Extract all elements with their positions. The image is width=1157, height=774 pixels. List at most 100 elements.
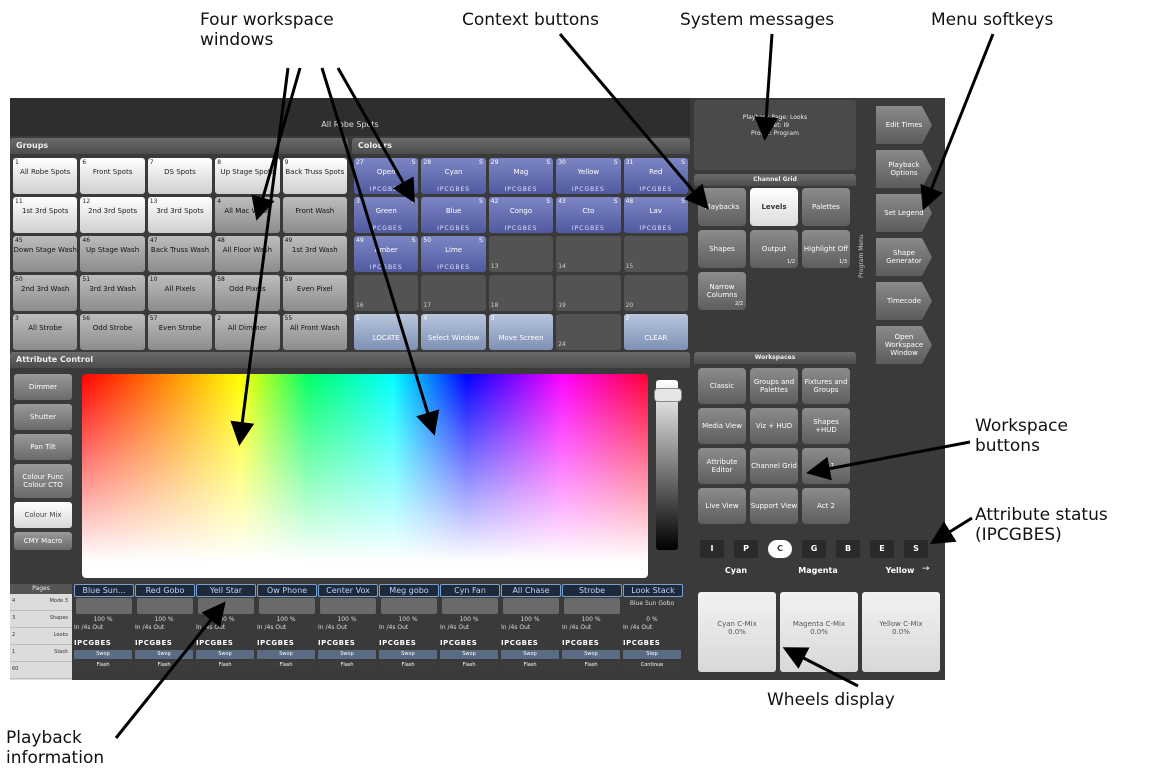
workspace-button[interactable]: Channel Grid (750, 448, 798, 484)
colour-cell[interactable]: 14 (556, 236, 621, 272)
colour-cell[interactable]: 42 S Congo IPCGBES (488, 197, 554, 233)
attribute-button[interactable]: Pan Tilt (14, 434, 72, 460)
attribute-button[interactable]: Dimmer (14, 374, 72, 400)
workspace-button[interactable]: Support View (750, 488, 798, 524)
colour-cell[interactable]: 15 (623, 236, 688, 272)
page-row[interactable]: 3 Shapes (10, 611, 72, 628)
playback-column[interactable]: Yell Star 100 % In /4s Out IPCGBES Swop Flash (196, 584, 256, 680)
group-cell[interactable]: 56 Odd Strobe (80, 314, 145, 350)
workspace-button[interactable]: Attribute Editor (698, 448, 746, 484)
context-button[interactable]: Palettes (802, 188, 850, 226)
playback-column[interactable]: Red Gobo 100 % In /4s Out IPCGBES Swop Flash (135, 584, 195, 680)
colour-cell[interactable]: 48 S Lav IPCGBES (623, 197, 688, 233)
group-cell[interactable]: 49 1st 3rd Wash (282, 236, 347, 272)
page-row[interactable]: 1 Stack (10, 645, 72, 662)
colour-cell[interactable]: 13 (488, 236, 554, 272)
attribute-button[interactable]: Colour Func Colour CTO (14, 464, 72, 498)
attribute-status-i[interactable]: I (700, 540, 724, 558)
softkey[interactable]: Playback Options (876, 150, 932, 188)
group-cell[interactable]: 9 Back Truss Spots (282, 158, 347, 194)
group-cell[interactable]: 47 Back Truss Wash (147, 236, 213, 272)
playback-key-2[interactable]: Flash (440, 661, 498, 670)
colour-cell[interactable]: 27 S Open IPCGBES (354, 158, 419, 194)
playback-key-1[interactable]: Swop (318, 650, 376, 659)
slider-handle[interactable] (654, 388, 682, 402)
softkey[interactable]: Open Workspace Window (876, 326, 932, 364)
playback-key-1[interactable]: Swop (379, 650, 437, 659)
attribute-status-c[interactable]: C (768, 540, 792, 558)
workspace-button[interactable]: Act 1 (802, 448, 850, 484)
colour-cell[interactable]: 19 (556, 275, 621, 311)
group-cell[interactable]: 6 Front Spots (80, 158, 145, 194)
playback-key-2[interactable]: Flash (257, 661, 315, 670)
playback-key-1[interactable]: Swop (440, 650, 498, 659)
group-cell[interactable]: 50 2nd 3rd Wash (13, 275, 78, 311)
playback-key-1[interactable]: Swop (135, 650, 193, 659)
attribute-status-g[interactable]: G (802, 540, 826, 558)
context-button[interactable]: 2 CLEAR (623, 314, 688, 350)
playback-column[interactable]: Strobe 100 % In /4s Out IPCGBES Swop Flash (562, 584, 622, 680)
playback-column[interactable]: Look Stack Blue Sun Gobo 0 % In /4s Out IPCG… (623, 584, 683, 680)
playback-key-1[interactable]: Swop (74, 650, 132, 659)
workspace-button[interactable]: Act 2 (802, 488, 850, 524)
attribute-status-b[interactable]: B (836, 540, 860, 558)
colour-cell[interactable]: 16 (354, 275, 419, 311)
group-cell[interactable]: 13 3rd 3rd Spots (147, 197, 213, 233)
workspace-button[interactable]: Live View (698, 488, 746, 524)
colour-cell[interactable]: 29 S Mag IPCGBES (488, 158, 554, 194)
playback-column[interactable]: Blue Sun... 100 % In /4s Out IPCGBES Swop Fla… (74, 584, 134, 680)
group-cell[interactable]: 10 All Pixels (147, 275, 213, 311)
group-cell[interactable]: 58 Odd Pixels (215, 275, 280, 311)
wheel[interactable]: Cyan C-Mix 0.0% (698, 592, 776, 672)
softkey[interactable]: Edit Times (876, 106, 932, 144)
playback-key-1[interactable]: Step (623, 650, 681, 659)
page-row[interactable]: 2 Looks (10, 628, 72, 645)
colour-cell[interactable]: 43 S Cto IPCGBES (556, 197, 621, 233)
workspace-button[interactable]: Fixtures and Groups (802, 368, 850, 404)
playback-key-2[interactable]: Flash (379, 661, 437, 670)
attribute-status-p[interactable]: P (734, 540, 758, 558)
playback-column[interactable]: Meg gobo 100 % In /4s Out IPCGBES Swop Flash (379, 584, 439, 680)
group-cell[interactable]: 12 2nd 3rd Spots (80, 197, 145, 233)
workspace-button[interactable]: Groups and Palettes (750, 368, 798, 404)
page-row[interactable]: 60 (10, 662, 72, 679)
group-cell[interactable]: 2 All Dimmer (215, 314, 280, 350)
softkey[interactable]: Timecode (876, 282, 932, 320)
playback-key-2[interactable]: Flash (318, 661, 376, 670)
workspace-button[interactable]: Shapes +HUD (802, 408, 850, 444)
playback-column[interactable]: Cyn Fan 100 % In /4s Out IPCGBES Swop Flash (440, 584, 500, 680)
colour-cell[interactable]: 17 (421, 275, 486, 311)
intensity-slider[interactable] (656, 380, 678, 550)
context-button[interactable]: Narrow Columns 2/2 (698, 272, 746, 310)
group-cell[interactable]: 4 All Mac Wash (215, 197, 280, 233)
colour-cell[interactable]: 24 (556, 314, 621, 350)
attribute-status-s[interactable]: S (904, 540, 928, 558)
page-row[interactable]: 4 Mode 3 (10, 594, 72, 611)
workspace-button[interactable]: Media View (698, 408, 746, 444)
wheels-more-icon[interactable]: → (922, 564, 930, 574)
context-button[interactable]: Levels (750, 188, 798, 226)
context-button[interactable]: Highlight Off 1/3 (802, 230, 850, 268)
context-button[interactable]: 3 Move Screen (488, 314, 554, 350)
workspace-button[interactable]: Viz + HUD (750, 408, 798, 444)
softkey[interactable]: Set Legend (876, 194, 932, 232)
group-cell[interactable]: 48 All Floor Wash (215, 236, 280, 272)
colour-cell[interactable]: 18 (488, 275, 554, 311)
playback-key-2[interactable]: Flash (501, 661, 559, 670)
colour-cell[interactable]: 30 S Yellow IPCGBES (556, 158, 621, 194)
colour-cell[interactable]: 20 (623, 275, 688, 311)
attribute-button[interactable]: Colour Mix (14, 502, 72, 528)
group-cell[interactable]: 57 Even Strobe (147, 314, 213, 350)
workspace-button[interactable]: Classic (698, 368, 746, 404)
group-cell[interactable]: 3 All Strobe (13, 314, 78, 350)
context-button[interactable]: Shapes (698, 230, 746, 268)
group-cell[interactable]: Front Wash (282, 197, 347, 233)
group-cell[interactable]: 51 3rd 3rd Wash (80, 275, 145, 311)
colour-cell[interactable]: 31 S Red IPCGBES (623, 158, 688, 194)
attribute-status-e[interactable]: E (870, 540, 894, 558)
group-cell[interactable]: 11 1st 3rd Spots (13, 197, 78, 233)
group-cell[interactable]: 45 Down Stage Wash (13, 236, 78, 272)
colour-picker[interactable] (82, 374, 648, 578)
playback-key-2[interactable]: Flash (196, 661, 254, 670)
colour-cell[interactable]: 50 S Lime IPCGBES (421, 236, 486, 272)
